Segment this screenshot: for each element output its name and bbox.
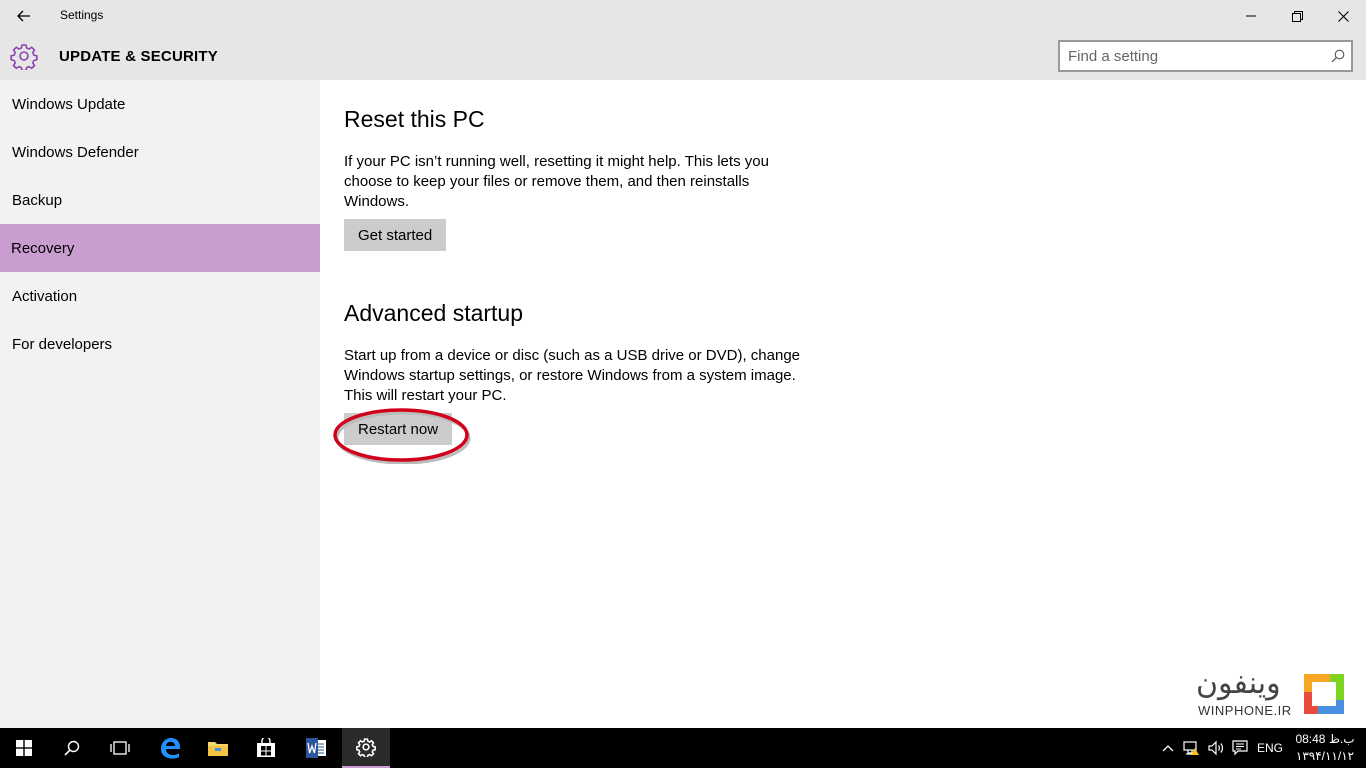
- sidebar-item-for-developers[interactable]: For developers: [0, 320, 320, 368]
- page-title: UPDATE & SECURITY: [59, 48, 218, 65]
- get-started-button[interactable]: Get started: [344, 219, 447, 251]
- sidebar-item-label: Windows Update: [12, 95, 126, 113]
- sidebar-item-label: Activation: [12, 287, 78, 305]
- task-view-icon: [110, 741, 130, 755]
- close-icon: [1337, 10, 1349, 22]
- folder-icon: [208, 742, 228, 756]
- sidebar-item-windows-update[interactable]: Windows Update: [0, 80, 320, 128]
- chevron-up-icon: [1162, 745, 1174, 752]
- start-button[interactable]: [0, 728, 48, 768]
- action-center-button[interactable]: [1229, 728, 1251, 768]
- title-bar: Settings UPDATE & SECURITY: [0, 0, 1366, 80]
- store-icon: [257, 738, 275, 757]
- sidebar-item-label: For developers: [12, 335, 113, 353]
- sidebar-item-backup[interactable]: Backup: [0, 176, 320, 224]
- watermark-arabic: وینفون: [1196, 666, 1281, 701]
- taskbar-search-button[interactable]: [48, 728, 96, 768]
- taskbar-file-explorer[interactable]: [194, 728, 242, 768]
- task-view-button[interactable]: [96, 728, 144, 768]
- sidebar-item-windows-defender[interactable]: Windows Defender: [0, 128, 320, 176]
- sidebar: Windows Update Windows Defender Backup R…: [0, 80, 320, 728]
- restore-button[interactable]: [1274, 0, 1320, 32]
- language-indicator[interactable]: ENG: [1254, 728, 1286, 768]
- gear-icon: [356, 738, 376, 757]
- main-content: Reset this PC If your PC isn’t running w…: [320, 80, 1366, 728]
- advanced-startup-title: Advanced startup: [344, 300, 524, 326]
- back-button[interactable]: [0, 0, 48, 32]
- reset-section-title: Reset this PC: [344, 106, 485, 132]
- minimize-icon: [1246, 15, 1256, 17]
- show-hidden-icons-button[interactable]: [1158, 728, 1178, 768]
- clock-time: 08:48 ب.ظ: [1295, 732, 1355, 746]
- sidebar-item-label: Windows Defender: [12, 143, 139, 161]
- gear-icon: [10, 44, 38, 70]
- sidebar-item-activation[interactable]: Activation: [0, 272, 320, 320]
- sidebar-item-label: Backup: [12, 191, 63, 209]
- network-tray-button[interactable]: [1181, 728, 1203, 768]
- action-center-icon: [1232, 740, 1248, 756]
- network-warning-icon: [1183, 741, 1199, 755]
- restart-now-button[interactable]: Restart now: [344, 413, 453, 445]
- close-button[interactable]: [1320, 0, 1366, 32]
- taskbar-settings[interactable]: [342, 728, 390, 768]
- minimize-button[interactable]: [1228, 0, 1274, 32]
- sidebar-item-recovery[interactable]: Recovery: [0, 224, 320, 272]
- watermark-text: WINPHONE.IR: [1198, 703, 1292, 718]
- advanced-startup-description: Start up from a device or disc (such as …: [344, 347, 801, 404]
- edge-icon: [161, 738, 180, 759]
- language-label: ENG: [1256, 741, 1283, 755]
- volume-tray-button[interactable]: [1205, 728, 1227, 768]
- watermark-logo: [1304, 674, 1344, 714]
- search-input[interactable]: [1068, 48, 1318, 65]
- restore-icon: [1291, 10, 1303, 22]
- word-icon: [306, 738, 326, 758]
- search-icon: [64, 740, 80, 756]
- taskbar-edge[interactable]: [146, 728, 194, 768]
- clock-date: ۱۳۹۴/۱۱/۱۲: [1295, 749, 1355, 763]
- sidebar-item-label: Recovery: [11, 239, 75, 257]
- taskbar-store[interactable]: [242, 728, 290, 768]
- windows-logo-icon: [16, 740, 32, 756]
- search-box[interactable]: [1058, 40, 1353, 72]
- speaker-icon: [1208, 740, 1224, 756]
- taskbar-word[interactable]: [292, 728, 340, 768]
- clock[interactable]: 08:48 ب.ظ ۱۳۹۴/۱۱/۱۲: [1292, 731, 1358, 765]
- search-icon[interactable]: [1331, 49, 1345, 63]
- taskbar: ENG 08:48 ب.ظ ۱۳۹۴/۱۱/۱۲: [0, 728, 1366, 768]
- app-title: Settings: [60, 8, 104, 22]
- back-arrow-icon: [17, 10, 30, 22]
- reset-section-description: If your PC isn’t running well, resetting…: [344, 153, 769, 210]
